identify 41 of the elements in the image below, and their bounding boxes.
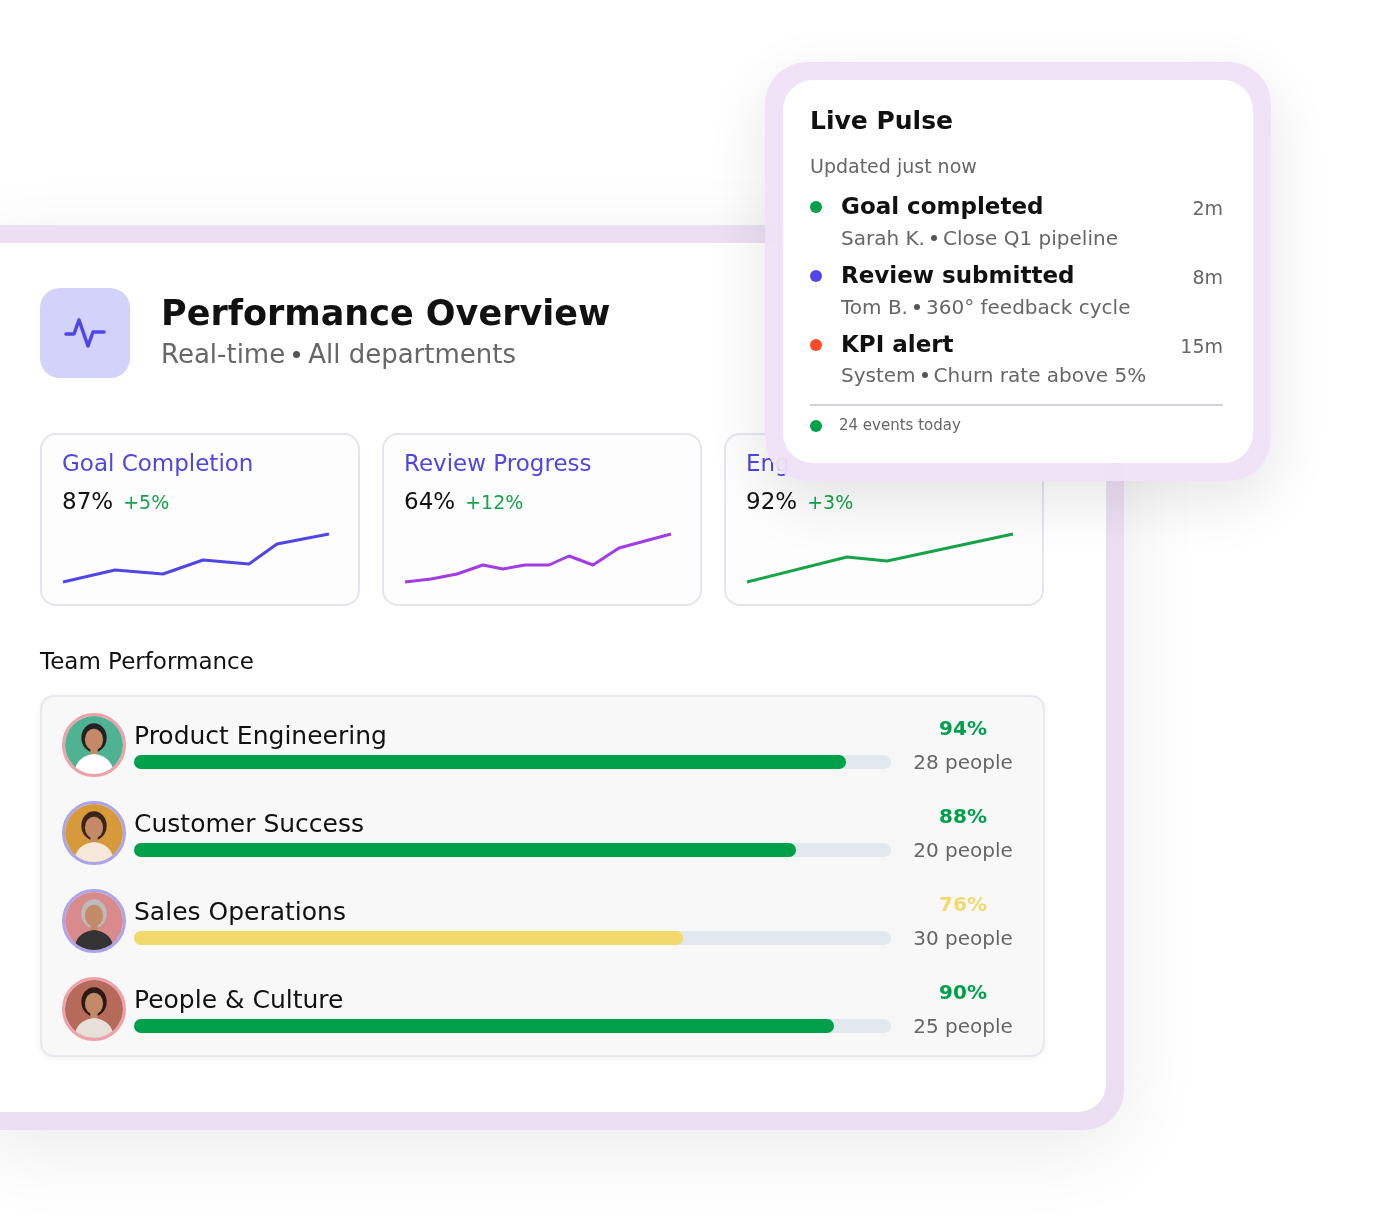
- team-percent: 90%: [939, 978, 987, 1006]
- event-source: Sarah K.: [841, 224, 925, 252]
- team-name: Customer Success: [134, 807, 366, 840]
- metric-change: +5%: [123, 489, 170, 515]
- metric-change: +3%: [807, 489, 854, 515]
- event-detail: Close Q1 pipeline: [942, 224, 1118, 252]
- pulse-icon: [64, 316, 106, 350]
- team-name: People & Culture: [134, 983, 345, 1016]
- event-title: Goal completed: [841, 192, 1045, 221]
- events-count: 24 events today: [839, 415, 961, 437]
- page-title: Performance Overview: [161, 291, 611, 335]
- event-detail: 360° feedback cycle: [926, 293, 1131, 321]
- event-title: Review submitted: [841, 260, 1076, 290]
- metric-title: Eng: [746, 449, 791, 478]
- team-size: 25 people: [913, 1012, 1013, 1040]
- event-time: 8m: [1192, 264, 1223, 290]
- team-percent: 76%: [939, 890, 987, 918]
- team-size: 20 people: [913, 836, 1013, 864]
- event-source: System: [841, 362, 916, 390]
- section-title: Team Performance: [40, 647, 255, 676]
- metric-value: 87%: [62, 486, 114, 516]
- team-name: Product Engineering: [134, 719, 388, 752]
- event-time: 2m: [1192, 196, 1223, 221]
- subtitle: Real-time: [161, 338, 286, 372]
- metric-change: +12%: [465, 489, 524, 515]
- event-title: KPI alert: [841, 329, 955, 359]
- metric-value: 64%: [404, 486, 456, 516]
- team-percent: 88%: [939, 802, 987, 830]
- team-size: 30 people: [913, 924, 1013, 952]
- team-size: 28 people: [913, 748, 1013, 776]
- event-source: Tom B.: [841, 293, 908, 321]
- event-detail: Churn rate above 5%: [933, 362, 1147, 390]
- team-percent: 94%: [939, 714, 987, 742]
- subtitle: All departments: [308, 338, 517, 372]
- team-name: Sales Operations: [134, 895, 347, 928]
- metric-value: 92%: [746, 486, 798, 516]
- card-title: Live Pulse: [810, 105, 954, 137]
- updated-label: Updated just now: [810, 153, 978, 179]
- metric-title: Goal Completion: [62, 449, 255, 478]
- metric-title: Review Progress: [404, 449, 593, 478]
- event-time: 15m: [1180, 333, 1223, 359]
